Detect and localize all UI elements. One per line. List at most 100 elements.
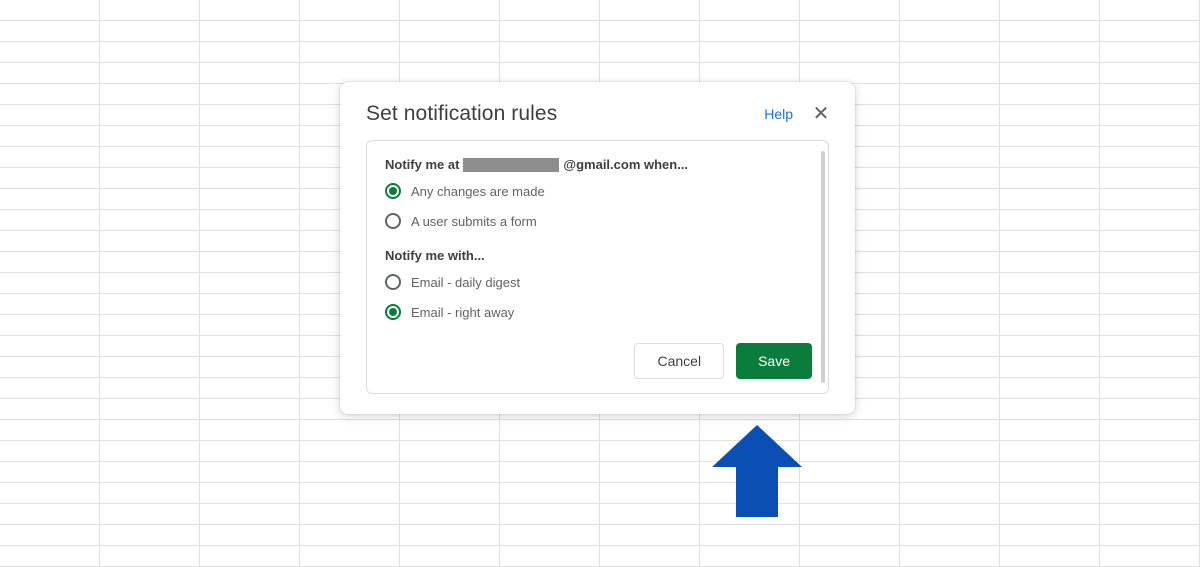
grid-cell[interactable] (0, 546, 100, 566)
grid-cell[interactable] (0, 441, 100, 461)
grid-cell[interactable] (900, 189, 1000, 209)
grid-cell[interactable] (200, 105, 300, 125)
grid-cell[interactable] (600, 420, 700, 440)
grid-cell[interactable] (300, 42, 400, 62)
grid-cell[interactable] (1000, 273, 1100, 293)
grid-cell[interactable] (300, 504, 400, 524)
grid-cell[interactable] (100, 546, 200, 566)
grid-cell[interactable] (100, 126, 200, 146)
grid-cell[interactable] (900, 357, 1000, 377)
grid-cell[interactable] (800, 546, 900, 566)
grid-cell[interactable] (500, 504, 600, 524)
grid-cell[interactable] (200, 210, 300, 230)
grid-cell[interactable] (600, 441, 700, 461)
grid-cell[interactable] (1100, 210, 1200, 230)
grid-cell[interactable] (0, 21, 100, 41)
grid-cell[interactable] (500, 525, 600, 545)
grid-cell[interactable] (800, 525, 900, 545)
grid-cell[interactable] (900, 105, 1000, 125)
grid-cell[interactable] (900, 273, 1000, 293)
grid-cell[interactable] (200, 168, 300, 188)
help-link[interactable]: Help (764, 106, 793, 122)
grid-cell[interactable] (200, 546, 300, 566)
grid-cell[interactable] (900, 546, 1000, 566)
grid-cell[interactable] (900, 525, 1000, 545)
save-button[interactable]: Save (736, 343, 812, 379)
grid-cell[interactable] (1000, 105, 1100, 125)
grid-cell[interactable] (600, 42, 700, 62)
grid-cell[interactable] (100, 252, 200, 272)
grid-cell[interactable] (1100, 147, 1200, 167)
grid-cell[interactable] (0, 357, 100, 377)
grid-cell[interactable] (1000, 420, 1100, 440)
grid-cell[interactable] (400, 21, 500, 41)
grid-cell[interactable] (100, 357, 200, 377)
grid-cell[interactable] (900, 63, 1000, 83)
grid-cell[interactable] (200, 525, 300, 545)
grid-cell[interactable] (200, 483, 300, 503)
grid-cell[interactable] (0, 399, 100, 419)
grid-cell[interactable] (1100, 420, 1200, 440)
grid-cell[interactable] (1000, 336, 1100, 356)
grid-cell[interactable] (600, 21, 700, 41)
grid-cell[interactable] (0, 63, 100, 83)
grid-cell[interactable] (300, 525, 400, 545)
grid-cell[interactable] (200, 42, 300, 62)
grid-cell[interactable] (900, 483, 1000, 503)
grid-cell[interactable] (0, 84, 100, 104)
grid-cell[interactable] (0, 378, 100, 398)
grid-cell[interactable] (100, 525, 200, 545)
grid-cell[interactable] (1000, 252, 1100, 272)
grid-cell[interactable] (900, 294, 1000, 314)
grid-cell[interactable] (1100, 168, 1200, 188)
radio-right-away[interactable]: Email - right away (385, 297, 812, 327)
grid-cell[interactable] (800, 420, 900, 440)
grid-cell[interactable] (300, 462, 400, 482)
grid-cell[interactable] (800, 483, 900, 503)
grid-cell[interactable] (300, 21, 400, 41)
grid-cell[interactable] (1100, 42, 1200, 62)
grid-cell[interactable] (1100, 84, 1200, 104)
scrollbar[interactable] (821, 151, 825, 383)
grid-cell[interactable] (100, 315, 200, 335)
grid-cell[interactable] (800, 21, 900, 41)
grid-cell[interactable] (1100, 336, 1200, 356)
grid-cell[interactable] (300, 483, 400, 503)
grid-cell[interactable] (1000, 168, 1100, 188)
grid-cell[interactable] (600, 525, 700, 545)
grid-cell[interactable] (900, 147, 1000, 167)
grid-cell[interactable] (0, 189, 100, 209)
grid-cell[interactable] (600, 483, 700, 503)
grid-cell[interactable] (800, 42, 900, 62)
grid-cell[interactable] (1100, 357, 1200, 377)
grid-cell[interactable] (600, 63, 700, 83)
grid-cell[interactable] (900, 504, 1000, 524)
grid-cell[interactable] (1000, 546, 1100, 566)
grid-cell[interactable] (0, 252, 100, 272)
grid-cell[interactable] (1000, 483, 1100, 503)
grid-cell[interactable] (100, 399, 200, 419)
grid-cell[interactable] (700, 546, 800, 566)
grid-cell[interactable] (100, 420, 200, 440)
grid-cell[interactable] (900, 252, 1000, 272)
grid-cell[interactable] (100, 336, 200, 356)
grid-cell[interactable] (1000, 504, 1100, 524)
grid-cell[interactable] (100, 462, 200, 482)
grid-cell[interactable] (900, 126, 1000, 146)
grid-cell[interactable] (0, 126, 100, 146)
grid-cell[interactable] (100, 210, 200, 230)
grid-cell[interactable] (0, 336, 100, 356)
grid-cell[interactable] (300, 441, 400, 461)
grid-cell[interactable] (200, 378, 300, 398)
grid-cell[interactable] (500, 441, 600, 461)
grid-cell[interactable] (100, 168, 200, 188)
grid-cell[interactable] (1000, 231, 1100, 251)
grid-cell[interactable] (700, 525, 800, 545)
grid-cell[interactable] (800, 504, 900, 524)
grid-cell[interactable] (1000, 84, 1100, 104)
grid-cell[interactable] (0, 462, 100, 482)
cancel-button[interactable]: Cancel (634, 343, 724, 379)
grid-cell[interactable] (300, 546, 400, 566)
grid-cell[interactable] (700, 21, 800, 41)
grid-cell[interactable] (200, 63, 300, 83)
